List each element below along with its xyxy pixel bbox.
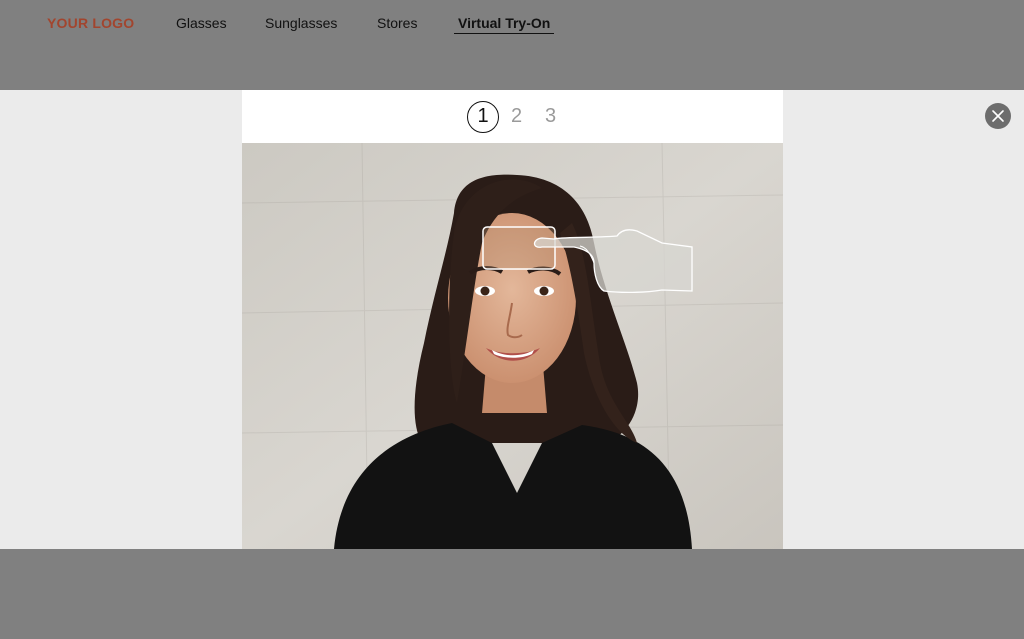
logo[interactable]: YOUR LOGO: [47, 15, 134, 31]
nav-item-sunglasses[interactable]: Sunglasses: [265, 15, 337, 31]
modal-overlay: 1 2 3: [0, 90, 1024, 549]
top-navigation: YOUR LOGO Glasses Sunglasses Stores Virt…: [0, 0, 1024, 90]
selection-box: [482, 226, 556, 270]
face-photo: [242, 143, 783, 549]
nav-item-virtual-try-on[interactable]: Virtual Try-On: [454, 15, 555, 34]
step-indicator: 1 2 3: [242, 90, 783, 143]
step-1: 1: [467, 101, 499, 133]
step-2: 2: [511, 105, 523, 127]
backdrop-bottom: [0, 549, 1024, 639]
step-3: 3: [545, 105, 557, 127]
try-on-modal: 1 2 3: [242, 90, 783, 549]
close-button[interactable]: [985, 103, 1011, 129]
nav-item-glasses[interactable]: Glasses: [176, 15, 227, 31]
nav-item-stores[interactable]: Stores: [377, 15, 417, 31]
camera-preview: [242, 143, 783, 549]
close-icon: [992, 110, 1004, 122]
